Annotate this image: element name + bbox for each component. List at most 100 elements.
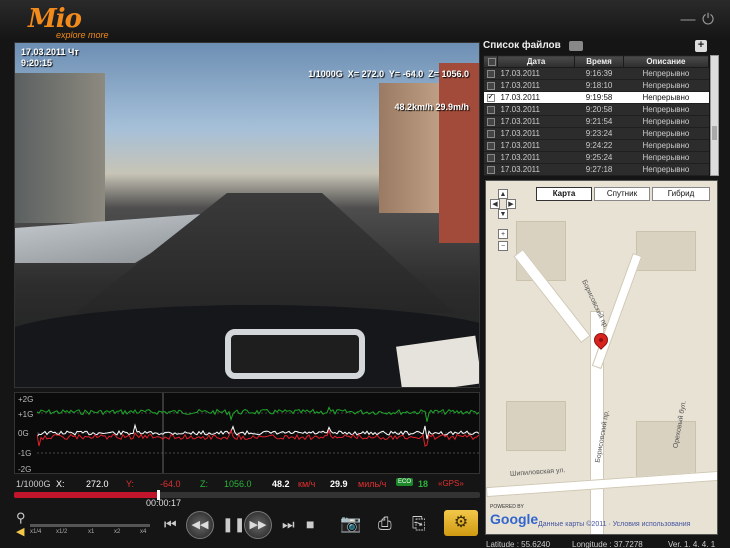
file-row-checkbox[interactable] <box>486 92 495 102</box>
file-row-checkbox-cell[interactable] <box>483 139 498 152</box>
video-datetime-overlay: 17.03.2011 Чт 9:20:15 <box>21 47 79 69</box>
map-attribution-link[interactable]: Данные карты ©2011 · Условия использован… <box>538 521 690 528</box>
video-player[interactable]: 17.03.2011 Чт 9:20:15 1/1000G X= 272.0 Y… <box>14 42 480 388</box>
pan-left-icon[interactable]: ◀ <box>490 199 500 209</box>
file-row[interactable]: 17.03.2011 9:24:22 Непрерывно <box>483 139 709 152</box>
gsensor-z-trace <box>37 406 479 422</box>
file-row-checkbox[interactable] <box>486 129 495 138</box>
overlay-time: 9:20:15 <box>21 58 53 68</box>
map-panel[interactable]: Карта Спутник Гибрид ▲ ◀ ▶ ▼ + − Борисов… <box>485 180 718 535</box>
file-time: 9:23:24 <box>574 127 624 140</box>
powered-by-label: POWERED BY <box>490 504 524 510</box>
file-row-checkbox-cell[interactable] <box>483 127 498 140</box>
file-date: 17.03.2011 <box>497 139 575 152</box>
y-label: Y: <box>126 479 135 489</box>
speed-option[interactable]: x1/2 <box>56 529 67 535</box>
file-row-checkbox-cell[interactable] <box>483 91 498 104</box>
file-list-scrollbar[interactable] <box>710 55 719 176</box>
file-row-checkbox[interactable] <box>486 105 495 114</box>
file-row-checkbox[interactable] <box>486 141 495 150</box>
scrollbar-thumb[interactable] <box>712 126 717 140</box>
zoom-in-icon[interactable]: + <box>498 229 508 239</box>
file-row[interactable]: 17.03.2011 9:25:24 Непрерывно <box>483 151 709 164</box>
file-row[interactable]: 17.03.2011 9:16:39 Непрерывно <box>483 67 709 80</box>
playback-timeline[interactable] <box>14 490 480 500</box>
speed-slider[interactable] <box>30 524 150 527</box>
file-row[interactable]: 17.03.20119:19:58Непрерывно <box>483 91 709 104</box>
folder-icon[interactable] <box>569 41 583 51</box>
pause-icon[interactable]: ❚❚ <box>222 516 245 533</box>
file-row-checkbox-cell[interactable] <box>483 103 498 116</box>
print-icon[interactable]: ⎙ <box>378 514 392 534</box>
file-row[interactable]: 17.03.2011 9:18:10 Непрерывно <box>483 79 709 92</box>
overlay-date: 17.03.2011 Чт <box>21 47 79 57</box>
file-row-checkbox-cell[interactable] <box>483 115 498 128</box>
map-type-hybrid[interactable]: Гибрид <box>652 187 710 201</box>
file-row[interactable]: 17.03.2011 9:21:54 Непрерывно <box>483 115 709 128</box>
file-row-checkbox-cell[interactable] <box>483 151 498 164</box>
file-row-checkbox[interactable] <box>486 165 495 174</box>
gps-status: «GPS» <box>438 479 464 488</box>
x-value: 272.0 <box>86 479 109 489</box>
z-label: Z: <box>200 479 208 489</box>
map-type-map[interactable]: Карта <box>536 187 592 201</box>
save-file-icon[interactable]: ⎘ <box>412 514 426 534</box>
gsensor-graph: +2G +1G 0G -1G -2G <box>14 392 480 474</box>
zoom-out-icon[interactable]: − <box>498 241 508 251</box>
z-value: 1056.0 <box>224 479 252 489</box>
file-row[interactable]: 17.03.2011 9:27:18 Непрерывно <box>483 163 709 176</box>
minimize-icon[interactable]: — <box>680 12 696 28</box>
file-row-checkbox[interactable] <box>486 69 495 78</box>
volume-icon[interactable]: ◀ <box>16 525 24 538</box>
previous-file-icon[interactable]: ⏮ <box>164 516 177 533</box>
add-file-button[interactable]: + <box>695 40 707 52</box>
column-date[interactable]: Дата <box>496 55 576 68</box>
column-description[interactable]: Описание <box>622 55 710 68</box>
file-description: Непрерывно <box>623 103 709 116</box>
bike-speed-icon[interactable]: ⚲ <box>16 510 26 526</box>
file-row[interactable]: 17.03.2011 9:20:58 Непрерывно <box>483 103 709 116</box>
file-time: 9:18:10 <box>574 79 624 92</box>
file-row-checkbox[interactable] <box>486 117 495 126</box>
gsensor-plot <box>37 393 479 473</box>
file-description: Непрерывно <box>623 127 709 140</box>
next-file-icon[interactable]: ⏭ <box>282 516 295 533</box>
settings-gear-button[interactable]: ⚙ <box>444 510 478 536</box>
file-row-checkbox[interactable] <box>486 81 495 90</box>
file-description: Непрерывно <box>623 151 709 164</box>
file-row-checkbox-cell[interactable] <box>483 163 498 176</box>
select-all-checkbox[interactable] <box>488 57 496 66</box>
file-row-checkbox-cell[interactable] <box>483 67 498 80</box>
file-description: Непрерывно <box>623 139 709 152</box>
speed-option[interactable]: x1/4 <box>30 529 41 535</box>
file-date: 17.03.2011 <box>497 91 575 104</box>
g-label: 0G <box>18 429 29 438</box>
speed-option[interactable]: x4 <box>140 529 146 535</box>
stop-icon[interactable]: ■ <box>306 516 314 532</box>
power-icon[interactable]: ⏻ <box>700 12 716 28</box>
file-time: 9:24:22 <box>574 139 624 152</box>
file-row[interactable]: 17.03.2011 9:23:24 Непрерывно <box>483 127 709 140</box>
pan-down-icon[interactable]: ▼ <box>498 209 508 219</box>
file-description: Непрерывно <box>623 115 709 128</box>
rewind-button[interactable]: ◀◀ <box>186 511 214 539</box>
latitude-readout: Latitude : 55.6240 <box>486 540 551 548</box>
file-time: 9:20:58 <box>574 103 624 116</box>
mio-logo: Mio explore more <box>28 4 148 40</box>
map-type-satellite[interactable]: Спутник <box>594 187 650 201</box>
eco-badge: ECO <box>396 478 414 486</box>
file-date: 17.03.2011 <box>497 163 575 176</box>
speed-option[interactable]: x1 <box>88 529 94 535</box>
speed-option[interactable]: x2 <box>114 529 120 535</box>
fast-forward-button[interactable]: ▶▶ <box>244 511 272 539</box>
pan-right-icon[interactable]: ▶ <box>506 199 516 209</box>
select-all-checkbox-cell[interactable] <box>483 55 498 68</box>
google-logo: Google <box>490 511 539 527</box>
snapshot-camera-icon[interactable]: 📷 <box>340 514 361 534</box>
file-time: 9:25:24 <box>574 151 624 164</box>
file-row-checkbox[interactable] <box>486 153 495 162</box>
file-row-checkbox-cell[interactable] <box>483 79 498 92</box>
file-description: Непрерывно <box>623 163 709 176</box>
pan-up-icon[interactable]: ▲ <box>498 189 508 199</box>
column-time[interactable]: Время <box>574 55 624 68</box>
